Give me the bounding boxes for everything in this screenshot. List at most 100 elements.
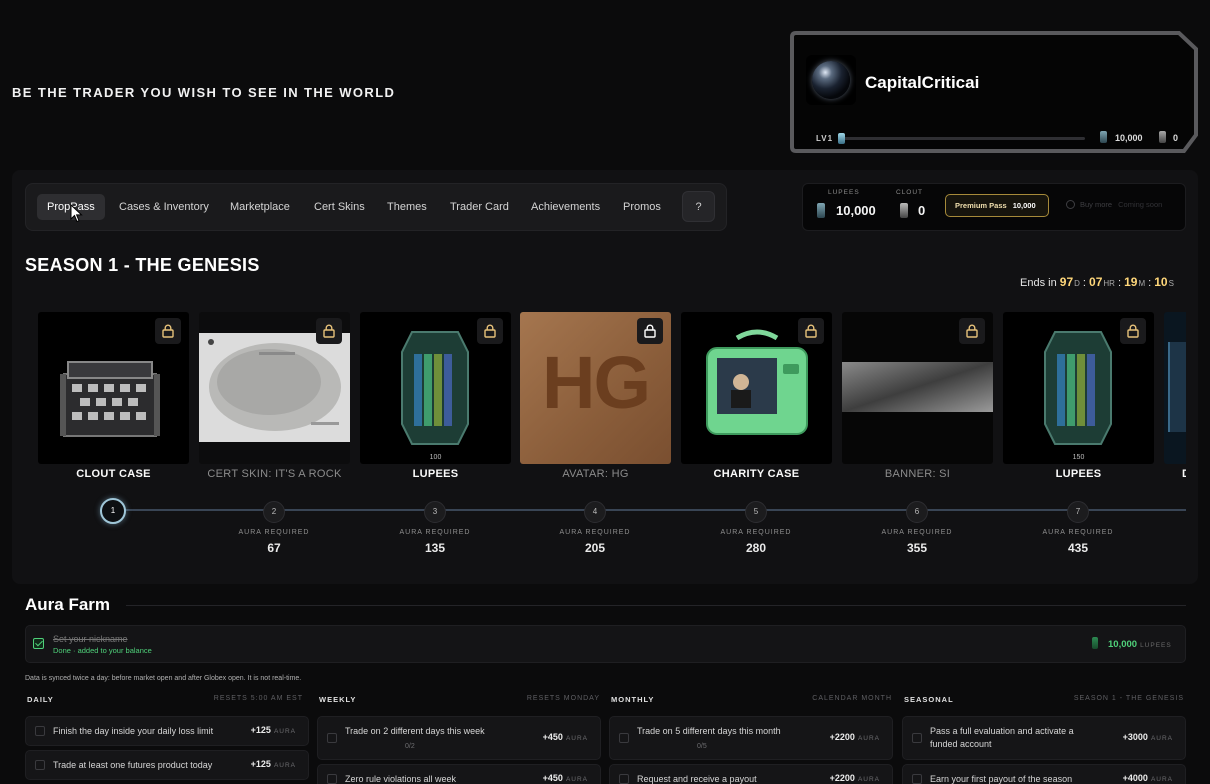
- task-checkbox[interactable]: [912, 774, 922, 784]
- lupee-icon: [1100, 131, 1107, 143]
- buy-more-label: Buy more: [1080, 200, 1113, 209]
- completed-task-status: Done · added to your balance: [53, 646, 152, 655]
- help-button[interactable]: ?: [682, 191, 715, 222]
- mouse-cursor-icon: [70, 204, 83, 223]
- countdown-hours-unit: HR: [1103, 279, 1115, 288]
- column-title-weekly: WEEKLY: [319, 695, 357, 704]
- progress-node[interactable]: 4: [584, 501, 606, 523]
- task-name: Trade at least one futures product today: [53, 760, 213, 770]
- reward-card-banner-si[interactable]: [842, 312, 993, 464]
- task-row[interactable]: Finish the day inside your daily loss li…: [25, 716, 309, 746]
- tab-marketplace[interactable]: Marketplace: [220, 194, 300, 220]
- progress-node[interactable]: 6: [906, 501, 928, 523]
- lock-icon: [477, 318, 503, 344]
- column-title-daily: DAILY: [27, 695, 54, 704]
- progress-node[interactable]: 1: [100, 498, 126, 524]
- countdown-seconds-unit: S: [1168, 279, 1174, 288]
- tab-cert-skins[interactable]: Cert Skins: [304, 194, 375, 220]
- task-row[interactable]: Zero rule violations all week +450 AURA: [317, 764, 601, 784]
- completed-task-reward-unit: LUPEES: [1140, 642, 1172, 649]
- premium-pass-price: 10,000: [1012, 201, 1036, 210]
- wallet-lupees-value: 10,000: [836, 203, 876, 218]
- task-row[interactable]: Request and receive a payout +2200 AURA: [609, 764, 893, 784]
- countdown-minutes-unit: M: [1138, 279, 1146, 288]
- task-checkbox[interactable]: [35, 760, 45, 770]
- sync-note: Data is synced twice a day: before marke…: [25, 675, 302, 682]
- countdown-days-unit: D: [1074, 279, 1080, 288]
- progress-node[interactable]: 2: [263, 501, 285, 523]
- lupee-icon: [817, 203, 825, 218]
- task-reward-unit: AURA: [565, 776, 588, 783]
- aura-required-value: 355: [906, 541, 928, 555]
- countdown-hours: 07: [1089, 275, 1103, 289]
- task-checkbox[interactable]: [327, 733, 337, 743]
- avatar[interactable]: [806, 55, 856, 105]
- task-row[interactable]: Trade on 2 different days this week 0/2 …: [317, 716, 601, 760]
- lock-icon: [798, 318, 824, 344]
- task-checkbox[interactable]: [619, 733, 629, 743]
- wallet-lupees-label: LUPEES: [828, 189, 860, 196]
- tab-cases-inventory[interactable]: Cases & Inventory: [109, 194, 219, 220]
- reward-card-lupees-150[interactable]: 150: [1003, 312, 1154, 464]
- tab-promos[interactable]: Promos: [613, 194, 671, 220]
- task-reward-value: +450: [542, 773, 563, 783]
- column-reset-seasonal: SEASON 1 - THE GENESIS: [1073, 695, 1184, 702]
- task-checkbox[interactable]: [35, 726, 45, 736]
- ends-label: Ends in: [1020, 277, 1057, 289]
- aura-required-value: 67: [267, 541, 281, 555]
- completed-task-reward-value: 10,000: [1108, 639, 1138, 650]
- task-reward: +450 AURA: [543, 773, 588, 783]
- premium-pass-label: Premium Pass: [955, 201, 1007, 210]
- reward-card-partial[interactable]: [1164, 312, 1186, 464]
- lock-icon: [155, 318, 181, 344]
- column-reset-monthly: CALENDAR MONTH: [812, 695, 892, 702]
- countdown-minutes: 19: [1124, 275, 1138, 289]
- reward-card-charity-case[interactable]: [681, 312, 832, 464]
- completed-task-reward: 10,000 LUPEES: [1108, 639, 1172, 650]
- task-reward-unit: AURA: [273, 728, 296, 735]
- task-reward-value: +125: [250, 725, 271, 735]
- task-checkbox[interactable]: [327, 774, 337, 784]
- header-clout: 0: [1173, 133, 1179, 143]
- column-title-seasonal: SEASONAL: [904, 695, 954, 704]
- task-name: Trade on 2 different days this week: [345, 726, 485, 736]
- lock-icon: [316, 318, 342, 344]
- task-checkbox[interactable]: [912, 733, 922, 743]
- reward-label: LUPEES: [1055, 468, 1102, 480]
- task-reward: +3000 AURA: [1123, 732, 1173, 742]
- wallet-clout-label: CLOUT: [896, 189, 924, 196]
- aura-required-label: AURA REQUIRED: [238, 529, 310, 536]
- premium-pass-button[interactable]: Premium Pass 10,000: [945, 194, 1049, 217]
- reward-track: CLOUT CASE CERT SKIN: IT'S A ROCK 100 LU…: [38, 312, 1186, 582]
- reward-label: LUPEES: [412, 468, 459, 480]
- tab-trader-card[interactable]: Trader Card: [440, 194, 519, 220]
- task-row[interactable]: Trade on 5 different days this month 0/5…: [609, 716, 893, 760]
- tab-achievements[interactable]: Achievements: [521, 194, 610, 220]
- reward-label: AVATAR: HG: [562, 468, 629, 480]
- lock-icon: [1120, 318, 1146, 344]
- task-progress: 0/5: [697, 743, 707, 750]
- reward-card-clout-case[interactable]: [38, 312, 189, 464]
- aura-required-value: 135: [424, 541, 446, 555]
- reward-label: CHARITY CASE: [713, 468, 800, 480]
- progress-node[interactable]: 5: [745, 501, 767, 523]
- reward-card-cert-skin[interactable]: [199, 312, 350, 464]
- reward-card-avatar-hg[interactable]: HG: [520, 312, 671, 464]
- buy-more-button: Buy more Coming soon: [1066, 200, 1162, 209]
- avatar-hg-text: HG: [542, 341, 651, 424]
- progress-node[interactable]: 3: [424, 501, 446, 523]
- task-checkbox[interactable]: [619, 774, 629, 784]
- reward-card-lupees-100[interactable]: 100: [360, 312, 511, 464]
- reward-label: D: [1164, 468, 1186, 480]
- task-reward-unit: AURA: [1150, 735, 1173, 742]
- task-reward-value: +3000: [1122, 732, 1148, 742]
- task-row[interactable]: Trade at least one futures product today…: [25, 750, 309, 780]
- progress-node[interactable]: 7: [1067, 501, 1089, 523]
- task-row[interactable]: Earn your first payout of the season +40…: [902, 764, 1186, 784]
- task-reward-value: +450: [542, 732, 563, 742]
- aura-required-value: 280: [745, 541, 767, 555]
- task-name: Finish the day inside your daily loss li…: [53, 726, 214, 736]
- task-reward: +2200 AURA: [830, 773, 880, 783]
- task-row[interactable]: Pass a full evaluation and activate a fu…: [902, 716, 1186, 760]
- tab-themes[interactable]: Themes: [377, 194, 437, 220]
